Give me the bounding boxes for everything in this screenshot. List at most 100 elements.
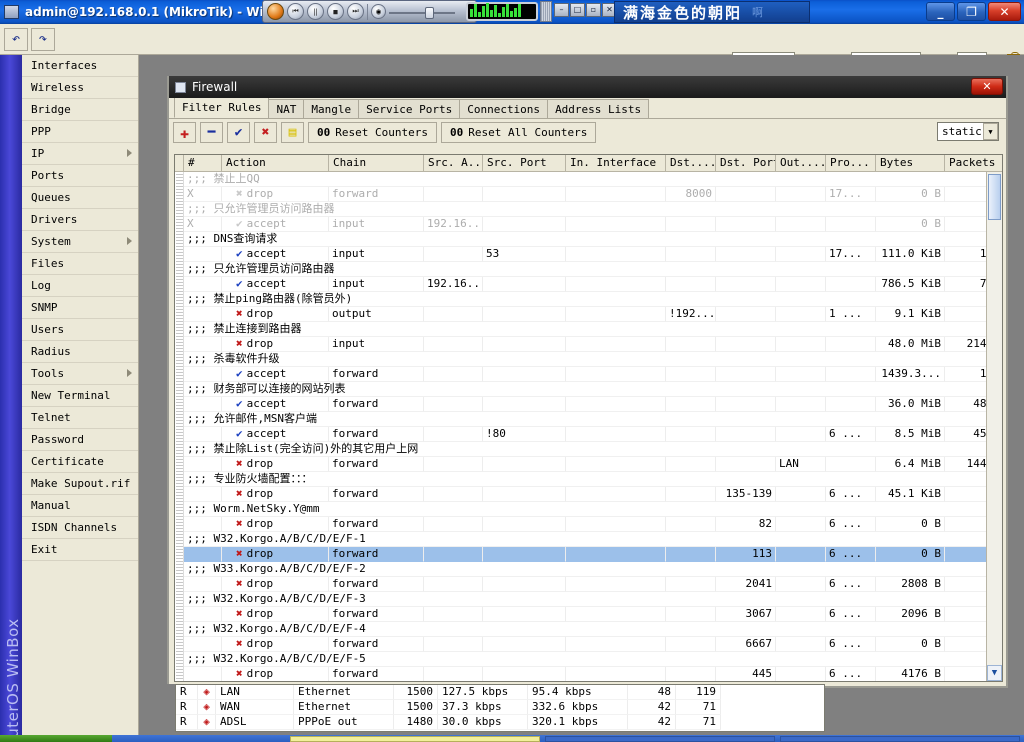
sidebar-item-manual[interactable]: Manual	[22, 495, 138, 517]
window-controls[interactable]: _ ❐ ✕	[926, 2, 1021, 21]
sidebar-item-ip[interactable]: IP	[22, 143, 138, 165]
table-body[interactable]: ;;; 禁止上QQX✖dropforward800017...0 B0;;; 只…	[175, 172, 1002, 681]
table-row[interactable]: ✖dropforward66676 ...0 B0	[175, 637, 1002, 652]
comment-row[interactable]: ;;; 禁止ping路由器(除管员外)	[175, 292, 1002, 307]
chevron-down-icon[interactable]: ▼	[983, 123, 998, 140]
minimize-button[interactable]: _	[926, 2, 955, 21]
table-row[interactable]: ✖dropinput48.0 MiB214 003	[175, 337, 1002, 352]
firewall-rules-table[interactable]: # Action Chain Src. A... Src. Port In. Interf…	[174, 154, 1003, 682]
comment-row[interactable]: ;;; W33.Korgo.A/B/C/D/E/F-2	[175, 562, 1002, 577]
interface-row[interactable]: R ◈ LAN Ethernet 1500 127.5 kbps 95.4 kbps 48 11…	[176, 685, 824, 700]
scroll-down-button[interactable]: ▼	[987, 665, 1002, 681]
row-handle[interactable]	[175, 427, 184, 442]
sidebar-item-interfaces[interactable]: Interfaces	[22, 55, 138, 77]
sidebar-item-telnet[interactable]: Telnet	[22, 407, 138, 429]
comment-row[interactable]: ;;; 禁止除List(完全访问)外的其它用户上网	[175, 442, 1002, 457]
sidebar-item-isdn-channels[interactable]: ISDN Channels	[22, 517, 138, 539]
comment-row[interactable]: ;;; DNS查询请求	[175, 232, 1002, 247]
sidebar-item-files[interactable]: Files	[22, 253, 138, 275]
add-rule-button[interactable]: ✚	[173, 122, 196, 143]
remove-rule-button[interactable]: ━	[200, 122, 223, 143]
rule-row[interactable]: ✖dropforward135-1396 ...45.1 KiB980	[184, 487, 1002, 502]
column-header-dst[interactable]: Dst....	[666, 155, 716, 171]
table-row[interactable]: ✖dropforward20416 ...2808 B59	[175, 577, 1002, 592]
taskbar-item-active[interactable]	[290, 736, 540, 742]
rule-row[interactable]: ✔acceptinput5317...111.0 KiB1 029	[184, 247, 1002, 262]
sidebar-item-new-terminal[interactable]: New Terminal	[22, 385, 138, 407]
firewall-tabs[interactable]: Filter Rules NAT Mangle Service Ports Connec…	[169, 97, 1006, 119]
next-track-icon[interactable]: ⏭	[347, 3, 364, 20]
rule-row[interactable]: ✖dropforward30676 ...2096 B44	[184, 607, 1002, 622]
sidebar-item-users[interactable]: Users	[22, 319, 138, 341]
column-header-dstport[interactable]: Dst. Port	[716, 155, 776, 171]
row-handle[interactable]	[175, 172, 184, 187]
interface-list-window[interactable]: R ◈ LAN Ethernet 1500 127.5 kbps 95.4 kbps 48 11…	[175, 684, 825, 732]
row-handle[interactable]	[175, 217, 184, 232]
firewall-close-button[interactable]: ✕	[971, 78, 1003, 95]
interface-row[interactable]: R ◈ ADSL PPPoE out 1480 30.0 kbps 320.1 kbps 42…	[176, 715, 824, 730]
row-handle[interactable]	[175, 382, 184, 397]
table-row[interactable]: X✖dropforward800017...0 B0	[175, 187, 1002, 202]
sidebar-item-ports[interactable]: Ports	[22, 165, 138, 187]
rule-row[interactable]: ✔acceptforward!806 ...8.5 MiB45 222	[184, 427, 1002, 442]
rule-row[interactable]: ✖dropforward1136 ...0 B0	[184, 547, 1002, 562]
table-row[interactable]: ✖dropforward1136 ...0 B0	[175, 547, 1002, 562]
column-header-out[interactable]: Out....	[776, 155, 826, 171]
taskbar-item-3[interactable]	[780, 736, 1020, 742]
table-row[interactable]: ✔acceptforward36.0 MiB48 111	[175, 397, 1002, 412]
media-window-buttons[interactable]: – □ ▫ ✕	[554, 3, 617, 17]
previous-track-icon[interactable]: ⏮	[287, 3, 304, 20]
column-header-pro[interactable]: Pro...	[826, 155, 876, 171]
reset-all-counters-button[interactable]: 00 Reset All Counters	[440, 122, 597, 143]
table-row[interactable]: ✖dropforward135-1396 ...45.1 KiB980	[175, 487, 1002, 502]
comment-row[interactable]: ;;; 禁止上QQ	[175, 172, 1002, 187]
table-row[interactable]: ✔acceptforward!806 ...8.5 MiB45 222	[175, 427, 1002, 442]
sidebar-item-radius[interactable]: Radius	[22, 341, 138, 363]
column-header-bytes[interactable]: Bytes	[876, 155, 945, 171]
comment-row[interactable]: ;;; W32.Korgo.A/B/C/D/E/F-3	[175, 592, 1002, 607]
comment-row[interactable]: ;;; 财务部可以连接的网站列表	[175, 382, 1002, 397]
row-handle[interactable]	[175, 352, 184, 367]
row-handle[interactable]	[175, 412, 184, 427]
enable-rule-button[interactable]: ✔	[227, 122, 250, 143]
row-handle[interactable]	[175, 607, 184, 622]
sidebar-item-snmp[interactable]: SNMP	[22, 297, 138, 319]
row-handle[interactable]	[175, 622, 184, 637]
table-row[interactable]: ✔acceptinput192.16...786.5 KiB7 526	[175, 277, 1002, 292]
table-row[interactable]: X✔acceptinput192.16...0 B0	[175, 217, 1002, 232]
rule-row[interactable]: ✖dropoutput!192...1 ...9.1 KiB109	[184, 307, 1002, 322]
row-handle[interactable]	[175, 397, 184, 412]
column-header-srcaddr[interactable]: Src. A...	[424, 155, 483, 171]
row-handle[interactable]	[175, 457, 184, 472]
close-button[interactable]: ✕	[988, 2, 1021, 21]
row-handle[interactable]	[175, 547, 184, 562]
maximize-button[interactable]: ❐	[957, 2, 986, 21]
row-handle[interactable]	[175, 337, 184, 352]
row-handle[interactable]	[175, 562, 184, 577]
sidebar-item-make-supout-rif[interactable]: Make Supout.rif	[22, 473, 138, 495]
rule-row[interactable]: ✖dropforward826 ...0 B0	[184, 517, 1002, 532]
disable-rule-button[interactable]: ✖	[254, 122, 277, 143]
table-row[interactable]: ✖dropforward4456 ...4176 B87	[175, 667, 1002, 681]
table-row[interactable]: ✖dropforwardLAN6.4 MiB144 288	[175, 457, 1002, 472]
comment-button[interactable]: ▤	[281, 122, 304, 143]
sidebar-item-system[interactable]: System	[22, 231, 138, 253]
rule-row[interactable]: X✔acceptinput192.16...0 B0	[184, 217, 1002, 232]
column-header-num[interactable]: #	[184, 155, 222, 171]
row-handle[interactable]	[175, 307, 184, 322]
row-handle[interactable]	[175, 637, 184, 652]
media-restore-icon[interactable]: □	[570, 3, 585, 17]
column-header-srcport[interactable]: Src. Port	[483, 155, 566, 171]
rule-filter-dropdown[interactable]: static ▼	[937, 122, 999, 141]
media-player-controls[interactable]: ⏮ ‖ ■ ⏭ ◉	[262, 0, 477, 23]
rule-row[interactable]: ✔acceptforward36.0 MiB48 111	[184, 397, 1002, 412]
sidebar-item-log[interactable]: Log	[22, 275, 138, 297]
sidebar-item-exit[interactable]: Exit	[22, 539, 138, 561]
rule-row[interactable]: X✖dropforward800017...0 B0	[184, 187, 1002, 202]
table-row[interactable]: ✔acceptforward1439.3...1 761	[175, 367, 1002, 382]
row-handle[interactable]	[175, 652, 184, 667]
sidebar-item-wireless[interactable]: Wireless	[22, 77, 138, 99]
volume-slider[interactable]	[389, 5, 455, 19]
row-handle[interactable]	[175, 592, 184, 607]
row-handle[interactable]	[175, 187, 184, 202]
